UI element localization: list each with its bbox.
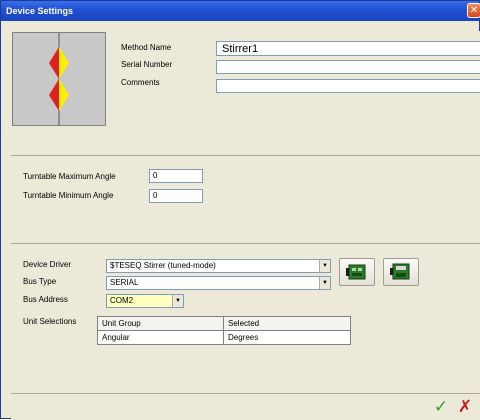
dialog-content: Method Name Stirrer1 Serial Number Comme… bbox=[11, 31, 480, 420]
device-settings-window: Device Settings ✕ Method Name Stirrer1 S… bbox=[0, 0, 480, 420]
bus-address-label: Bus Address bbox=[23, 295, 68, 304]
turntable-panel: Turntable Maximum Angle 0 Turntable Mini… bbox=[11, 155, 480, 243]
footer-panel: ✓ ✗ bbox=[11, 393, 480, 420]
chevron-down-icon[interactable]: ▼ bbox=[172, 295, 183, 307]
turntable-max-label: Turntable Maximum Angle bbox=[23, 172, 116, 181]
device-save-icon bbox=[390, 263, 410, 280]
turntable-min-label: Turntable Minimum Angle bbox=[23, 191, 114, 200]
bus-type-select[interactable]: SERIAL ▼ bbox=[106, 276, 331, 290]
close-button[interactable]: ✕ bbox=[467, 3, 480, 18]
bus-address-value: COM2 bbox=[110, 296, 134, 305]
table-cell[interactable]: Degrees bbox=[223, 330, 351, 345]
serial-number-input[interactable] bbox=[216, 60, 480, 74]
window-title: Device Settings bbox=[6, 6, 74, 16]
table-cell[interactable]: Angular bbox=[97, 330, 224, 345]
cancel-button[interactable]: ✗ bbox=[455, 396, 475, 418]
method-panel: Method Name Stirrer1 Serial Number Comme… bbox=[11, 31, 480, 155]
comments-input[interactable] bbox=[216, 79, 480, 93]
unit-selections-label: Unit Selections bbox=[23, 317, 77, 326]
unit-selections-table: Unit Group Selected Angular Degrees bbox=[97, 316, 351, 345]
title-bar[interactable]: Device Settings ✕ bbox=[1, 1, 480, 21]
stirrer-device-icon bbox=[12, 32, 106, 126]
chevron-down-icon[interactable]: ▼ bbox=[319, 260, 330, 272]
device-driver-value: $TESEQ Stirrer (tuned-mode) bbox=[110, 261, 216, 270]
device-driver-select[interactable]: $TESEQ Stirrer (tuned-mode) ▼ bbox=[106, 259, 331, 273]
turntable-min-input[interactable]: 0 bbox=[149, 189, 203, 203]
table-row[interactable]: Angular Degrees bbox=[97, 330, 351, 345]
device-panel: Device Driver $TESEQ Stirrer (tuned-mode… bbox=[11, 243, 480, 393]
method-name-label: Method Name bbox=[121, 43, 172, 52]
turntable-max-input[interactable]: 0 bbox=[149, 169, 203, 183]
column-header[interactable]: Unit Group bbox=[97, 316, 224, 331]
comments-label: Comments bbox=[121, 78, 160, 87]
chevron-down-icon[interactable]: ▼ bbox=[319, 277, 330, 289]
device-driver-label: Device Driver bbox=[23, 260, 72, 269]
device-config-icon bbox=[346, 264, 366, 280]
ok-button[interactable]: ✓ bbox=[431, 396, 451, 418]
bus-type-value: SERIAL bbox=[110, 278, 139, 287]
device-config-button[interactable] bbox=[339, 258, 375, 286]
bus-address-select[interactable]: COM2 ▼ bbox=[106, 294, 184, 308]
serial-number-label: Serial Number bbox=[121, 60, 173, 69]
table-header-row: Unit Group Selected bbox=[97, 316, 351, 331]
column-header[interactable]: Selected bbox=[223, 316, 351, 331]
bus-type-label: Bus Type bbox=[23, 277, 57, 286]
device-save-button[interactable] bbox=[383, 258, 419, 286]
method-name-input[interactable]: Stirrer1 bbox=[216, 41, 480, 56]
